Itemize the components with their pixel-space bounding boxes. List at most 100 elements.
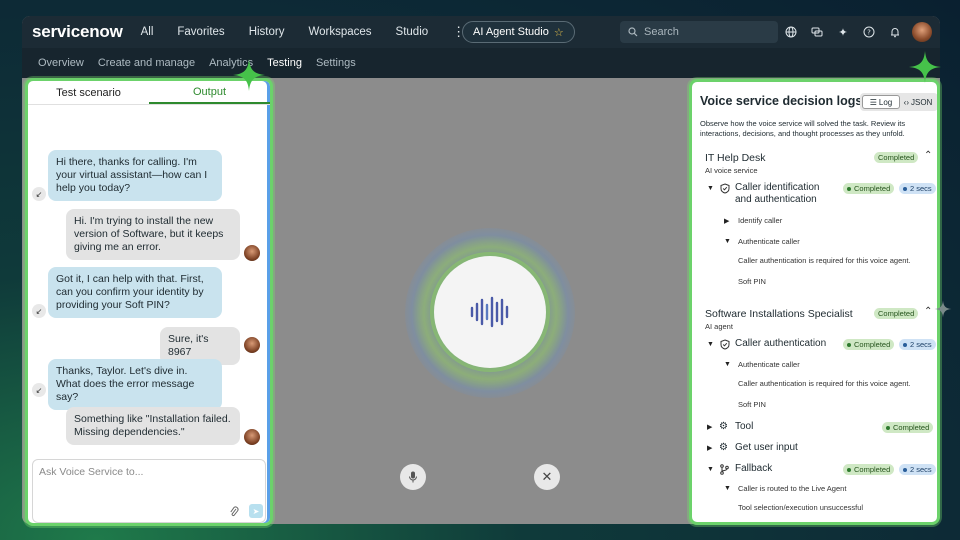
section-name: IT Help Desk [705,152,766,164]
tab-overview[interactable]: Overview [38,57,84,69]
section-header[interactable]: IT Help Desk Completed ⌃ [692,150,937,166]
tab-settings[interactable]: Settings [316,57,356,69]
substep-detail: Soft PIN [738,277,766,286]
code-icon: ‹› [903,97,909,107]
shield-icon [720,183,730,197]
step-row[interactable]: ▶ ⚙ Get user input [692,441,937,457]
caret-down-icon: ▼ [724,238,731,245]
nav-all[interactable]: All [141,26,154,38]
substep-row[interactable]: ▼ Authenticate caller [692,235,937,251]
user-avatar[interactable] [912,22,932,42]
favorite-star-icon[interactable]: ☆ [554,26,564,39]
nav-favorites[interactable]: Favorites [177,26,224,38]
sparkle-decoration-icon [934,300,952,318]
shield-icon [720,339,730,353]
chevron-up-icon[interactable]: ⌃ [924,150,932,161]
bot-message: Hi there, thanks for calling. I'm your v… [48,150,222,201]
chat-panel: Test scenario Output Hi there, thanks fo… [25,78,273,526]
nav-workspaces[interactable]: Workspaces [308,26,371,38]
log-view-toggle: ☰ Log ‹› JSON [860,93,937,111]
section-name: Software Installations Specialist [705,308,853,320]
section-subtitle: AI agent [705,322,733,331]
status-badge: Completed [843,339,895,350]
substep-row[interactable]: ▶ Identify caller [692,214,937,230]
bell-icon[interactable] [886,23,904,41]
tab-testing[interactable]: Testing [267,57,302,69]
close-icon: ✕ [541,469,553,484]
step-name: Get user input [735,442,798,453]
step-row[interactable]: ▼ Caller authentication Completed 2 secs [692,337,937,353]
decision-log-panel: Voice service decision logs ☰ Log ‹› JSON … [689,79,940,525]
microphone-icon [409,471,417,483]
log-description: Observe how the voice service will solve… [700,119,906,138]
branch-icon [720,464,729,478]
section-subtitle: AI voice service [705,166,758,175]
caret-right-icon: ▶ [724,218,730,225]
soundwave-icon [470,296,509,328]
user-message: Something like "Installation failed. Mis… [66,407,240,445]
sparkle-decoration-icon [909,51,941,83]
substep-name: Authenticate caller [738,360,800,369]
duration-badge: 2 secs [899,183,936,194]
nav-studio[interactable]: Studio [396,26,429,38]
caret-right-icon: ▶ [707,424,713,431]
substep-row[interactable]: ▼ Caller is routed to the Live Agent [692,482,937,498]
gear-icon: ⚙ [719,442,728,453]
step-row[interactable]: ▼ Fallback Completed 2 secs [692,462,937,478]
chevron-up-icon[interactable]: ⌃ [924,306,932,317]
substep-detail: Caller authentication is required for th… [738,379,911,388]
step-row[interactable]: ▼ Caller identification and authenticati… [692,181,937,209]
svg-text:?: ? [867,29,871,37]
substep-detail: Tool selection/execution unsuccessful [738,503,864,512]
substep-detail: Soft PIN [738,400,766,409]
send-button[interactable]: ➤ [249,504,263,518]
substep-name: Caller is routed to the Live Agent [738,484,847,493]
voice-orb [434,256,546,368]
user-avatar-small [244,337,260,353]
tab-test-scenario[interactable]: Test scenario [28,81,149,104]
chat-icon[interactable] [808,23,826,41]
globe-icon[interactable] [782,23,800,41]
log-view-option[interactable]: ☰ Log [862,95,900,109]
tab-create-and-manage[interactable]: Create and manage [98,57,195,69]
status-badge: Completed [843,464,895,475]
step-name: Caller identification and authentication [735,182,820,205]
status-badge: Completed [874,308,919,319]
caret-down-icon: ▼ [707,341,714,348]
status-badge: Completed [882,422,934,433]
substep-name: Authenticate caller [738,237,800,246]
step-name: Fallback [735,463,773,474]
sparkle-decoration-icon [233,59,265,91]
status-badge: Completed [874,152,919,163]
bot-message: Thanks, Taylor. Let's dive in. What does… [48,359,222,410]
caret-down-icon: ▼ [707,466,714,473]
step-row[interactable]: ▶ ⚙ Tool Completed [692,420,937,436]
search-icon [628,27,638,37]
app-pill[interactable]: AI Agent Studio ☆ [462,21,575,43]
chat-input-placeholder: Ask Voice Service to... [39,466,144,478]
help-icon[interactable]: ? [860,23,878,41]
nav-history[interactable]: History [249,26,285,38]
duration-badge: 2 secs [899,339,936,350]
global-search[interactable]: Search [620,21,778,43]
end-call-button[interactable]: ✕ [534,464,560,490]
chat-input[interactable]: Ask Voice Service to... ➤ [32,459,266,523]
caret-down-icon: ▼ [724,361,731,368]
app-pill-label: AI Agent Studio [473,26,549,38]
chat-messages: Hi there, thanks for calling. I'm your v… [28,105,270,455]
log-title: Voice service decision logs [700,94,863,108]
section-header[interactable]: Software Installations Specialist Comple… [692,306,937,322]
topbar-icons: ✦ ? [774,22,932,42]
list-icon: ☰ [869,97,877,107]
json-view-option[interactable]: ‹› JSON [900,95,936,109]
substep-row[interactable]: ▼ Authenticate caller [692,358,937,374]
servicenow-logo[interactable]: servicenow [32,22,123,42]
sparkle-icon[interactable]: ✦ [834,23,852,41]
step-name: Caller authentication [735,338,827,349]
substep-name: Identify caller [738,216,783,225]
top-navigation-bar: servicenow All Favorites History Workspa… [22,16,940,48]
caret-right-icon: ▶ [707,445,713,452]
bot-avatar-icon: ↙ [32,304,46,318]
microphone-button[interactable] [400,464,426,490]
attach-icon[interactable] [229,506,239,521]
